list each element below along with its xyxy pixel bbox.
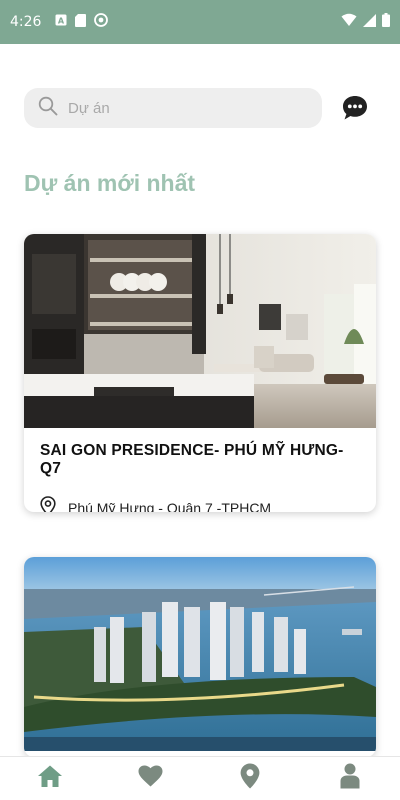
nav-profile[interactable] — [330, 759, 370, 799]
location-pin-icon — [240, 763, 260, 794]
search-icon — [38, 96, 58, 121]
a-notification-icon: A — [55, 14, 67, 30]
bottom-nav — [0, 756, 400, 800]
status-bar: 4:26 A — [0, 0, 400, 44]
project-card-body: SAI GON PRESIDENCE- PHÚ MỸ HƯNG- Q7 Phú … — [24, 428, 376, 512]
battery-icon — [382, 13, 390, 31]
project-location: Phú Mỹ Hưng - Quận 7 -TPHCM — [40, 496, 360, 512]
heart-icon — [138, 765, 163, 792]
nav-favorites[interactable] — [130, 759, 170, 799]
nav-map[interactable] — [230, 759, 270, 799]
sd-card-icon — [75, 13, 87, 31]
status-left: 4:26 A — [10, 13, 109, 31]
home-icon — [37, 764, 63, 793]
chat-bubble-icon[interactable] — [340, 93, 370, 123]
project-card[interactable] — [24, 557, 376, 757]
project-card[interactable]: SAI GON PRESIDENCE- PHÚ MỸ HƯNG- Q7 Phú … — [24, 234, 376, 512]
search-box[interactable] — [24, 88, 322, 128]
project-image — [24, 234, 376, 428]
search-row — [24, 88, 376, 128]
sync-icon — [94, 13, 109, 31]
project-title: SAI GON PRESIDENCE- PHÚ MỸ HƯNG- Q7 — [40, 442, 344, 477]
profile-icon — [340, 763, 360, 794]
search-input[interactable] — [68, 99, 288, 117]
wifi-icon — [341, 13, 357, 31]
status-time: 4:26 — [10, 14, 42, 30]
location-pin-icon — [40, 496, 68, 512]
status-right — [341, 13, 390, 31]
signal-icon — [363, 13, 376, 31]
nav-home[interactable] — [30, 759, 70, 799]
section-title: Dự án mới nhất — [24, 170, 196, 196]
project-location-text: Phú Mỹ Hưng - Quận 7 -TPHCM — [68, 499, 272, 513]
project-image — [24, 557, 376, 751]
svg-text:A: A — [58, 16, 65, 25]
